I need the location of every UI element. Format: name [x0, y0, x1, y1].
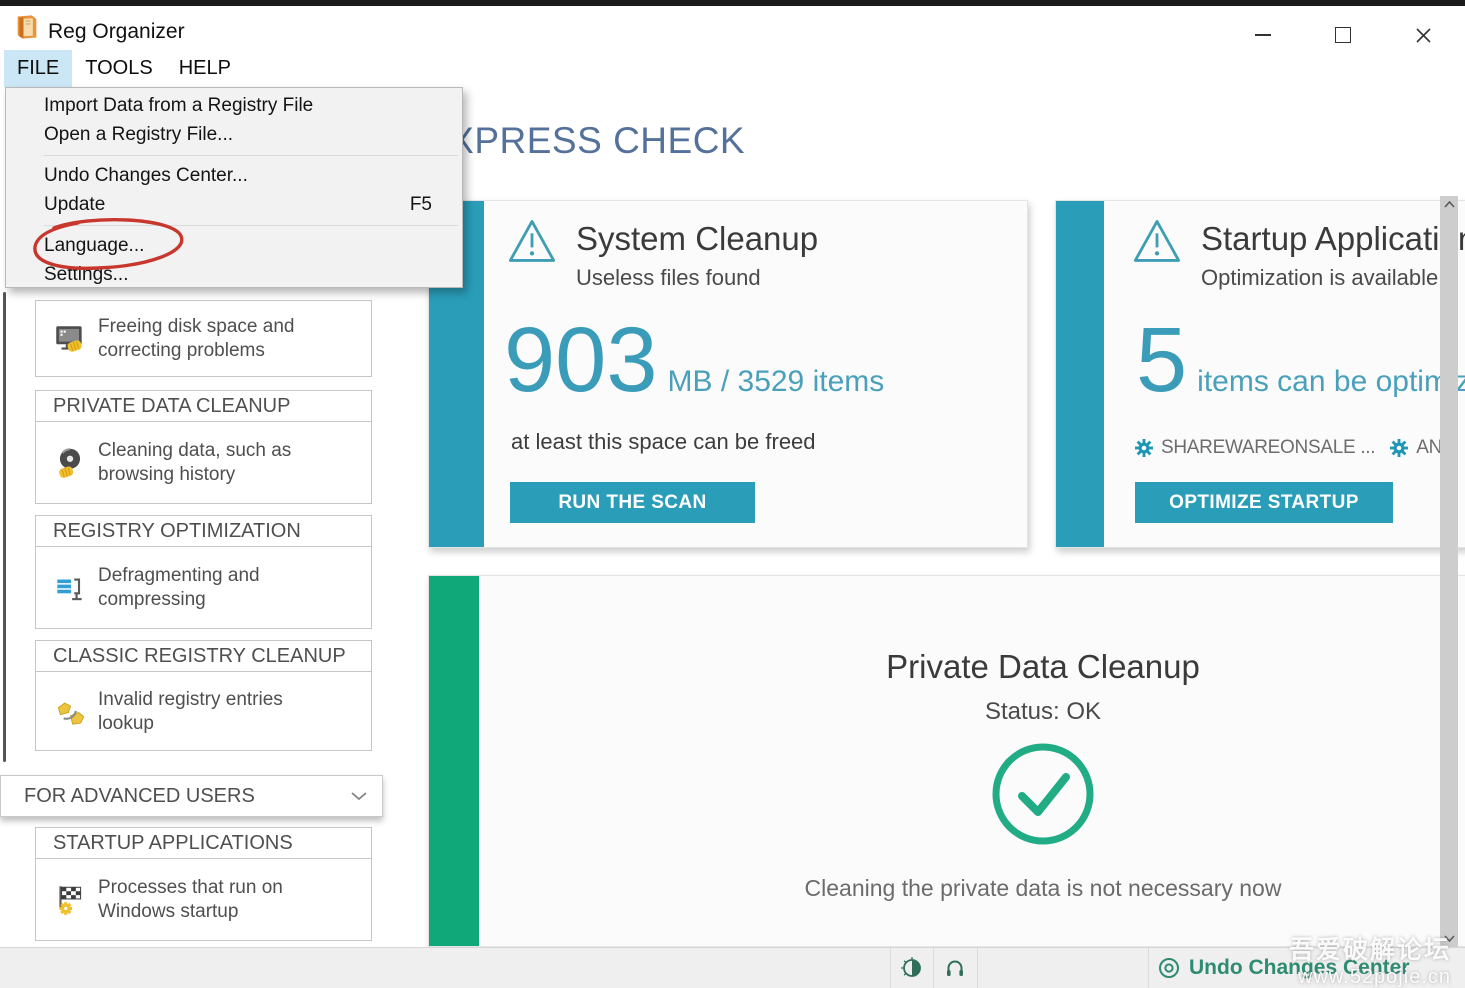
sidebar-item-registry-optimization[interactable]: Defragmenting and compressing	[36, 547, 371, 629]
sidebar-scrollbar-thumb[interactable]	[3, 292, 6, 762]
scrollbar-down-button[interactable]	[1440, 930, 1458, 947]
contrast-button[interactable]	[901, 957, 923, 984]
cleanup-size-value: 903	[504, 323, 658, 398]
close-icon	[1415, 27, 1432, 44]
warning-triangle-icon	[1131, 217, 1183, 267]
menu-item-update[interactable]: Update F5	[6, 191, 462, 221]
menu-tools[interactable]: TOOLS	[72, 50, 165, 87]
menu-shortcut-f5: F5	[410, 194, 432, 216]
invalid-entries-icon	[52, 694, 88, 730]
sidebar-item-system-cleanup[interactable]: Freeing disk space and correcting proble…	[35, 300, 372, 377]
file-menu-dropdown: Import Data from a Registry File Open a …	[5, 87, 463, 288]
sidebar-group-header: PRIVATE DATA CLEANUP	[36, 391, 371, 422]
menu-item-label: Update	[44, 194, 105, 216]
startup-flag-icon	[52, 882, 88, 918]
undo-changes-center-label: Undo Changes Center	[1189, 956, 1410, 980]
private-data-content: Private Data Cleanup Status: OK Cleaning…	[428, 575, 1465, 902]
sidebar-item-label: Freeing disk space and correcting proble…	[98, 315, 330, 363]
scrollbar-up-button[interactable]	[1440, 196, 1458, 213]
sidebar-group-private-data: PRIVATE DATA CLEANUP Cleaning data, such…	[35, 390, 372, 504]
startup-item-label: SHAREWAREONSALE ...	[1161, 437, 1375, 459]
vertical-scrollbar[interactable]	[1440, 196, 1458, 947]
undo-changes-center-link[interactable]: Undo Changes Center	[1158, 948, 1410, 988]
defragment-icon	[52, 570, 88, 606]
startup-items-unit: items can be optimized	[1197, 365, 1465, 399]
sidebar-group-header: REGISTRY OPTIMIZATION	[36, 516, 371, 547]
startup-item-shareware[interactable]: SHAREWAREONSALE ...	[1134, 437, 1375, 459]
sidebar-item-label: Cleaning data, such as browsing history	[98, 439, 330, 487]
card-title: Startup Applications	[1201, 220, 1465, 258]
contrast-icon	[901, 957, 923, 979]
menu-item-import-data[interactable]: Import Data from a Registry File	[6, 91, 462, 121]
support-button[interactable]	[944, 957, 966, 984]
minimize-button[interactable]	[1248, 24, 1278, 46]
private-data-status: Status: OK	[428, 698, 1465, 726]
startup-applications-card: Startup Applications Optimization is ava…	[1055, 200, 1465, 548]
maximize-button[interactable]	[1328, 24, 1358, 46]
menu-item-open-registry-file[interactable]: Open a Registry File...	[6, 121, 462, 151]
menu-item-undo-changes-center[interactable]: Undo Changes Center...	[6, 161, 462, 191]
sidebar-group-classic-registry-cleanup: CLASSIC REGISTRY CLEANUP Invalid registr…	[35, 640, 372, 751]
sidebar-item-label: Processes that run on Windows startup	[98, 876, 330, 924]
reg-organizer-window: Reg Organizer FILE TOOLS HELP EXPRESS CH…	[0, 0, 1465, 988]
gear-icon	[1134, 438, 1154, 458]
undo-center-icon	[1158, 957, 1180, 979]
minimize-icon	[1255, 34, 1271, 36]
statusbar-separator	[890, 948, 891, 988]
private-data-note: Cleaning the private data is not necessa…	[428, 875, 1465, 902]
gear-icon	[1389, 438, 1409, 458]
card-accent-stripe	[1056, 201, 1104, 547]
status-bar: Undo Changes Center	[0, 947, 1465, 988]
run-scan-button[interactable]: RUN THE SCAN	[510, 482, 755, 523]
menu-file[interactable]: FILE	[4, 50, 72, 87]
maximize-icon	[1335, 27, 1351, 43]
sidebar-group-registry-optimization: REGISTRY OPTIMIZATION Defragmenting and …	[35, 515, 372, 629]
statusbar-separator	[1148, 948, 1149, 988]
card-subtitle: Optimization is available	[1201, 265, 1438, 291]
private-data-title: Private Data Cleanup	[428, 648, 1465, 686]
title-bar: Reg Organizer	[0, 6, 1465, 50]
statusbar-separator	[933, 948, 934, 988]
optimize-startup-button[interactable]: OPTIMIZE STARTUP	[1135, 482, 1393, 523]
sidebar-item-startup-processes[interactable]: Processes that run on Windows startup	[36, 859, 371, 941]
chevron-up-icon	[1444, 201, 1455, 208]
warning-triangle-icon	[506, 217, 558, 267]
sidebar-item-invalid-entries[interactable]: Invalid registry entries lookup	[36, 672, 371, 751]
sidebar-group-header: STARTUP APPLICATIONS	[36, 828, 371, 859]
close-button[interactable]	[1408, 24, 1438, 46]
cleanup-note: at least this space can be freed	[511, 429, 816, 455]
advanced-users-label: FOR ADVANCED USERS	[24, 785, 255, 808]
app-logo-icon	[13, 13, 41, 41]
menu-item-settings[interactable]: Settings...	[6, 261, 462, 291]
cleanup-size-unit: MB / 3529 items	[668, 365, 885, 399]
headphones-icon	[944, 957, 966, 979]
sidebar-item-private-data-cleanup[interactable]: Cleaning data, such as browsing history	[36, 422, 371, 504]
sidebar-advanced-users-toggle[interactable]: FOR ADVANCED USERS	[0, 775, 383, 817]
disk-cleanup-icon	[52, 321, 88, 357]
sidebar-item-label: Defragmenting and compressing	[98, 564, 330, 612]
menu-item-language[interactable]: Language...	[6, 231, 462, 261]
statusbar-separator	[977, 948, 978, 988]
check-circle-icon	[989, 740, 1097, 848]
system-cleanup-card: System Cleanup Useless files found 903 M…	[428, 200, 1028, 548]
privacy-cleanup-icon	[52, 445, 88, 481]
check-circle-wrap	[428, 740, 1465, 853]
chevron-down-icon	[350, 791, 368, 801]
card-title: System Cleanup	[576, 220, 818, 258]
sidebar-item-label: Invalid registry entries lookup	[98, 688, 330, 736]
window-title: Reg Organizer	[48, 20, 185, 44]
page-title: EXPRESS CHECK	[424, 120, 745, 162]
menu-help[interactable]: HELP	[166, 50, 244, 87]
chevron-down-icon	[1444, 935, 1455, 942]
sidebar-group-header: CLASSIC REGISTRY CLEANUP	[36, 641, 371, 672]
menu-bar: FILE TOOLS HELP	[0, 50, 1465, 87]
card-subtitle: Useless files found	[576, 265, 761, 291]
startup-items-value: 5	[1136, 323, 1187, 398]
sidebar-group-startup-applications: STARTUP APPLICATIONS	[35, 827, 372, 941]
